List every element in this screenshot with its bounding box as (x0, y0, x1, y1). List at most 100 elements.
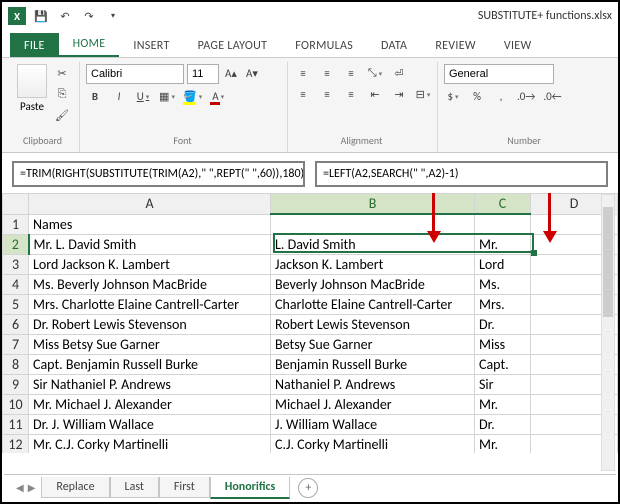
sheet-tab-honorifics[interactable]: Honorifics (210, 477, 291, 499)
col-header-a[interactable]: A (29, 194, 271, 215)
tab-file[interactable]: FILE (10, 33, 59, 57)
cell[interactable]: Dr. (475, 314, 531, 334)
grow-font-icon[interactable]: A▴ (222, 64, 240, 82)
cell[interactable]: Betsy Sue Garner (271, 334, 475, 354)
number-format-select[interactable] (444, 64, 554, 84)
cell[interactable] (475, 214, 531, 234)
cell[interactable]: Names (29, 214, 271, 234)
align-center-icon[interactable]: ≡ (318, 85, 336, 103)
sheet-tab-last[interactable]: Last (110, 477, 159, 498)
shrink-font-icon[interactable]: A▾ (243, 64, 261, 82)
tab-review[interactable]: REVIEW (421, 33, 490, 57)
cell[interactable]: Capt. Benjamin Russell Burke (29, 354, 271, 374)
sheet-nav-next-icon[interactable]: ▶ (28, 481, 36, 494)
row-header[interactable]: 10 (3, 394, 29, 414)
cell[interactable]: Lord Jackson K. Lambert (29, 254, 271, 274)
cell[interactable]: J. William Wallace (271, 414, 475, 434)
spreadsheet-grid[interactable]: A B C D 1Names2Mr. L. David SmithL. Davi… (2, 193, 618, 453)
currency-icon[interactable]: $ (444, 87, 462, 105)
italic-button[interactable]: I (110, 87, 128, 105)
cell[interactable]: Miss Betsy Sue Garner (29, 334, 271, 354)
increase-indent-icon[interactable]: ⇥ (390, 85, 408, 103)
new-sheet-button[interactable]: + (298, 478, 318, 498)
tab-formulas[interactable]: FORMULAS (281, 33, 367, 57)
cell[interactable]: Mr. (475, 434, 531, 453)
tab-page-layout[interactable]: PAGE LAYOUT (184, 33, 282, 57)
cell[interactable] (271, 214, 475, 234)
col-header-c[interactable]: C (475, 194, 531, 215)
cell[interactable]: Nathaniel P. Andrews (271, 374, 475, 394)
row-header[interactable]: 11 (3, 414, 29, 434)
fill-color-icon[interactable]: 🪣 (182, 87, 203, 105)
save-icon[interactable]: 💾 (32, 7, 50, 25)
sheet-tab-replace[interactable]: Replace (41, 477, 109, 498)
cell[interactable]: Mr. L. David Smith (29, 234, 271, 254)
select-all-corner[interactable] (3, 194, 29, 215)
cell[interactable]: C.J. Corky Martinelli (271, 434, 475, 453)
row-header[interactable]: 5 (3, 294, 29, 314)
cell[interactable]: Lord (475, 254, 531, 274)
qat-customize-icon[interactable]: ▾ (104, 7, 122, 25)
row-header[interactable]: 9 (3, 374, 29, 394)
cell[interactable]: Dr. (475, 414, 531, 434)
vertical-scrollbar[interactable] (601, 194, 615, 471)
merge-icon[interactable]: ⊟ (414, 85, 432, 103)
cell[interactable]: Mr. C.J. Corky Martinelli (29, 434, 271, 453)
bold-button[interactable]: B (86, 87, 104, 105)
row-header[interactable]: 4 (3, 274, 29, 294)
cell[interactable]: Ms. Beverly Johnson MacBride (29, 274, 271, 294)
cell[interactable]: Capt. (475, 354, 531, 374)
cell[interactable]: Benjamin Russell Burke (271, 354, 475, 374)
redo-icon[interactable]: ↷ (80, 7, 98, 25)
cell[interactable]: Mr. (475, 234, 531, 254)
row-header[interactable]: 2 (3, 234, 29, 254)
cell[interactable]: Ms. (475, 274, 531, 294)
comma-icon[interactable]: , (492, 87, 510, 105)
percent-icon[interactable]: % (468, 87, 486, 105)
tab-data[interactable]: DATA (367, 33, 421, 57)
col-header-b[interactable]: B (271, 194, 475, 215)
cell[interactable]: Dr. Robert Lewis Stevenson (29, 314, 271, 334)
cell[interactable]: Dr. J. William Wallace (29, 414, 271, 434)
cell[interactable]: Robert Lewis Stevenson (271, 314, 475, 334)
tab-home[interactable]: HOME (59, 31, 120, 57)
tab-view[interactable]: VIEW (490, 33, 546, 57)
align-left-icon[interactable]: ≡ (294, 85, 312, 103)
tab-insert[interactable]: INSERT (119, 33, 183, 57)
font-size-select[interactable] (187, 64, 219, 84)
copy-icon[interactable]: ⎘ (53, 85, 71, 103)
cell[interactable]: Sir (475, 374, 531, 394)
underline-button[interactable]: U (134, 87, 152, 105)
sheet-tab-first[interactable]: First (159, 477, 210, 498)
align-top-icon[interactable]: ≡ (294, 64, 312, 82)
cell[interactable]: Michael J. Alexander (271, 394, 475, 414)
cell[interactable]: Beverly Johnson MacBride (271, 274, 475, 294)
row-header[interactable]: 3 (3, 254, 29, 274)
cell[interactable]: L. David Smith (271, 234, 475, 254)
align-right-icon[interactable]: ≡ (342, 85, 360, 103)
undo-icon[interactable]: ↶ (56, 7, 74, 25)
paste-button[interactable]: Paste (20, 100, 44, 113)
font-name-select[interactable] (86, 64, 184, 84)
cell[interactable]: Mrs. (475, 294, 531, 314)
sheet-nav-prev-icon[interactable]: ◀ (16, 481, 24, 494)
row-header[interactable]: 12 (3, 434, 29, 453)
scrollbar-thumb[interactable] (603, 207, 613, 317)
wrap-text-icon[interactable]: ⏎ (390, 64, 408, 82)
align-middle-icon[interactable]: ≡ (318, 64, 336, 82)
orientation-icon[interactable]: ⤡ (366, 64, 384, 82)
font-color-icon[interactable]: A (209, 87, 227, 105)
row-header[interactable]: 1 (3, 214, 29, 234)
increase-decimal-icon[interactable]: .0→ (516, 87, 536, 105)
row-header[interactable]: 8 (3, 354, 29, 374)
cell[interactable]: Jackson K. Lambert (271, 254, 475, 274)
format-painter-icon[interactable]: 🖌 (53, 106, 71, 124)
cell[interactable]: Mr. Michael J. Alexander (29, 394, 271, 414)
cell[interactable]: Miss (475, 334, 531, 354)
decrease-indent-icon[interactable]: ⇤ (366, 85, 384, 103)
row-header[interactable]: 6 (3, 314, 29, 334)
cut-icon[interactable]: ✂ (53, 64, 71, 82)
cell[interactable]: Charlotte Elaine Cantrell-Carter (271, 294, 475, 314)
border-icon[interactable]: ▦ (158, 87, 176, 105)
paste-icon[interactable] (17, 64, 47, 98)
